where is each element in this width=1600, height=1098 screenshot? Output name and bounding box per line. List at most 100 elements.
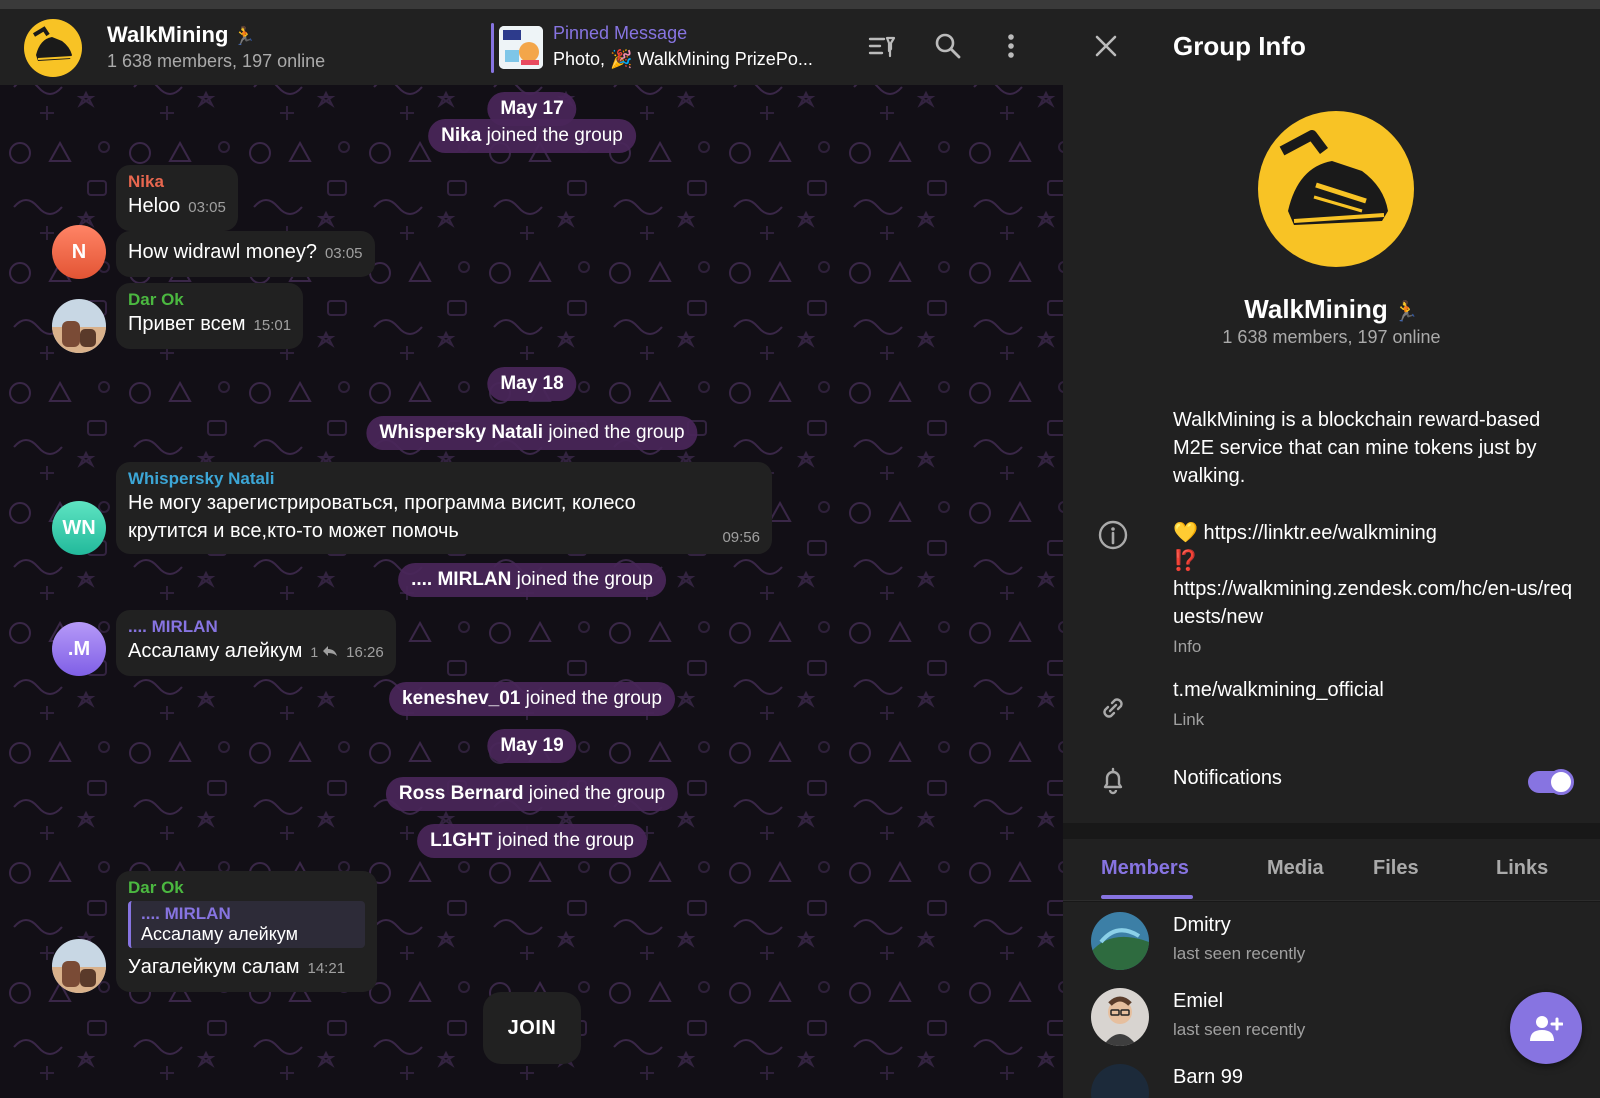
sender-name[interactable]: Dar Ok bbox=[128, 878, 365, 898]
chat-area: WalkMining 🏃 1 638 members, 197 online Pi… bbox=[0, 9, 1063, 1098]
message-bubble[interactable]: Dar Ok Привет всем 15:01 bbox=[116, 283, 304, 349]
avatar[interactable] bbox=[52, 939, 106, 993]
message-time: 16:26 bbox=[346, 644, 384, 661]
service-message-joined: L1GHT joined the group bbox=[417, 824, 647, 858]
support-link[interactable]: https://walkmining.zendesk.com/hc/en-us/… bbox=[1173, 575, 1583, 631]
pinned-photo-icon bbox=[499, 26, 543, 69]
message-text: Heloo bbox=[128, 195, 181, 217]
runner-emoji: 🏃 bbox=[233, 26, 256, 46]
search-icon[interactable] bbox=[931, 29, 965, 63]
active-tab-indicator bbox=[1101, 895, 1193, 899]
more-icon[interactable] bbox=[994, 29, 1028, 63]
info-caption: Info bbox=[1173, 637, 1202, 656]
message-bubble[interactable]: .... MIRLAN Ассаламу алейкум 1 16:26 bbox=[116, 610, 396, 676]
profile-tabs: Members Media Files Links bbox=[1063, 839, 1600, 901]
joined-text: joined the group bbox=[543, 422, 685, 443]
notifications-label: Notifications bbox=[1173, 767, 1282, 789]
heart-emoji: 💛 bbox=[1173, 522, 1198, 544]
sender-name[interactable]: Whispersky Natali bbox=[128, 469, 760, 489]
group-info-links: 💛 https://linktr.ee/walkmining ⁉️ https:… bbox=[1173, 519, 1583, 659]
joined-user-name[interactable]: keneshev_01 bbox=[402, 688, 520, 709]
tab-members[interactable]: Members bbox=[1101, 857, 1189, 880]
message-time: 15:01 bbox=[253, 317, 292, 334]
message-bubble[interactable]: Whispersky Natali Не могу зарегистрирова… bbox=[116, 462, 772, 554]
joined-text: joined the group bbox=[511, 569, 653, 590]
chat-title[interactable]: WalkMining 🏃 bbox=[107, 22, 256, 48]
toggle-knob bbox=[1548, 769, 1574, 795]
avatar[interactable]: N bbox=[52, 225, 106, 279]
avatar[interactable] bbox=[52, 299, 106, 353]
joined-user-name[interactable]: Nika bbox=[441, 125, 481, 146]
reply-count[interactable]: 1 bbox=[310, 644, 318, 660]
add-user-icon bbox=[1530, 1016, 1563, 1041]
pinned-indicator bbox=[491, 23, 494, 73]
group-name: WalkMining 🏃 bbox=[1244, 294, 1419, 324]
message-time: 03:05 bbox=[188, 199, 226, 216]
avatar bbox=[1091, 1064, 1149, 1098]
list-item[interactable]: Dmitry last seen recently bbox=[1063, 902, 1600, 978]
linktree-link[interactable]: https://linktr.ee/walkmining bbox=[1203, 522, 1436, 544]
joined-user-name[interactable]: .... MIRLAN bbox=[411, 569, 511, 590]
service-message-joined: Whispersky Natali joined the group bbox=[366, 416, 698, 450]
chat-header: WalkMining 🏃 1 638 members, 197 online Pi… bbox=[0, 9, 1063, 85]
joined-user-name[interactable]: L1GHT bbox=[430, 830, 492, 851]
invite-link[interactable]: t.me/walkmining_official bbox=[1173, 679, 1384, 702]
pinned-message-text[interactable]: Photo, 🎉 WalkMining PrizePo... bbox=[553, 49, 813, 70]
reply-arrow-icon[interactable] bbox=[322, 645, 338, 657]
group-avatar[interactable] bbox=[24, 19, 82, 77]
member-status: last seen recently bbox=[1173, 944, 1306, 963]
joined-user-name[interactable]: Whispersky Natali bbox=[379, 422, 543, 443]
join-button[interactable]: JOIN bbox=[483, 992, 581, 1064]
info-icon bbox=[1097, 519, 1131, 553]
avatar bbox=[1091, 988, 1149, 1046]
link-icon bbox=[1097, 692, 1131, 726]
quoted-text: Ассаламу алейкум bbox=[141, 924, 298, 944]
pinned-thumbnail[interactable] bbox=[499, 26, 543, 69]
member-name: Barn 99 bbox=[1173, 1066, 1244, 1088]
pinned-message-label[interactable]: Pinned Message bbox=[553, 23, 687, 44]
walkmining-logo-icon bbox=[32, 26, 73, 61]
member-status: last seen recently bbox=[1173, 1020, 1306, 1039]
joined-text: joined the group bbox=[492, 830, 634, 851]
joined-text: joined the group bbox=[520, 688, 662, 709]
message-text: Уагалейкум салам bbox=[128, 956, 300, 978]
close-icon[interactable] bbox=[1089, 29, 1123, 63]
message-text: How widrawl money? bbox=[128, 241, 317, 263]
tab-files[interactable]: Files bbox=[1373, 857, 1419, 880]
notifications-toggle[interactable] bbox=[1528, 769, 1574, 795]
walkmining-logo-icon bbox=[1279, 130, 1388, 225]
group-members-count: 1 638 members, 197 online bbox=[1222, 327, 1441, 347]
avatar[interactable]: WN bbox=[52, 501, 106, 555]
message-text: Не могу зарегистрироваться, программа ви… bbox=[128, 492, 636, 542]
joined-user-name[interactable]: Ross Bernard bbox=[399, 783, 524, 804]
exclamation-emoji: ⁉️ bbox=[1173, 550, 1198, 572]
quoted-reply[interactable]: .... MIRLAN Ассаламу алейкум bbox=[128, 901, 365, 948]
beach-photo-icon bbox=[52, 299, 106, 353]
sender-name[interactable]: Nika bbox=[128, 172, 226, 192]
group-info-panel: Group Info WalkMining 🏃 1 638 members, 19… bbox=[1063, 9, 1600, 1098]
message-text: Ассаламу алейкум bbox=[128, 640, 303, 662]
panel-title: Group Info bbox=[1173, 31, 1306, 61]
message-time: 09:56 bbox=[722, 529, 760, 546]
tab-media[interactable]: Media bbox=[1267, 857, 1324, 880]
avatar[interactable]: .M bbox=[52, 622, 106, 676]
filter-icon[interactable] bbox=[866, 29, 900, 63]
sender-name[interactable]: Dar Ok bbox=[128, 290, 291, 310]
joined-text: joined the group bbox=[481, 125, 623, 146]
avatar bbox=[1091, 912, 1149, 970]
add-member-button[interactable] bbox=[1510, 992, 1582, 1064]
sender-name[interactable]: .... MIRLAN bbox=[128, 617, 384, 637]
member-name: Dmitry bbox=[1173, 914, 1231, 936]
date-separator: May 19 bbox=[487, 729, 577, 763]
service-message-joined: keneshev_01 joined the group bbox=[389, 682, 675, 716]
beach-photo-icon bbox=[52, 939, 106, 993]
service-message-joined: .... MIRLAN joined the group bbox=[398, 563, 666, 597]
tab-links[interactable]: Links bbox=[1496, 857, 1548, 880]
chat-subtitle: 1 638 members, 197 online bbox=[107, 51, 326, 71]
message-bubble[interactable]: Nika Heloo 03:05 bbox=[116, 165, 238, 231]
message-bubble[interactable]: Dar Ok .... MIRLAN Ассаламу алейкум Уага… bbox=[116, 871, 377, 992]
message-bubble[interactable]: How widrawl money? 03:05 bbox=[116, 231, 375, 277]
list-item[interactable]: Barn 99 bbox=[1063, 1054, 1600, 1098]
group-avatar-large[interactable] bbox=[1258, 111, 1414, 267]
members-list: Dmitry last seen recently Emiel last see… bbox=[1063, 902, 1600, 1098]
